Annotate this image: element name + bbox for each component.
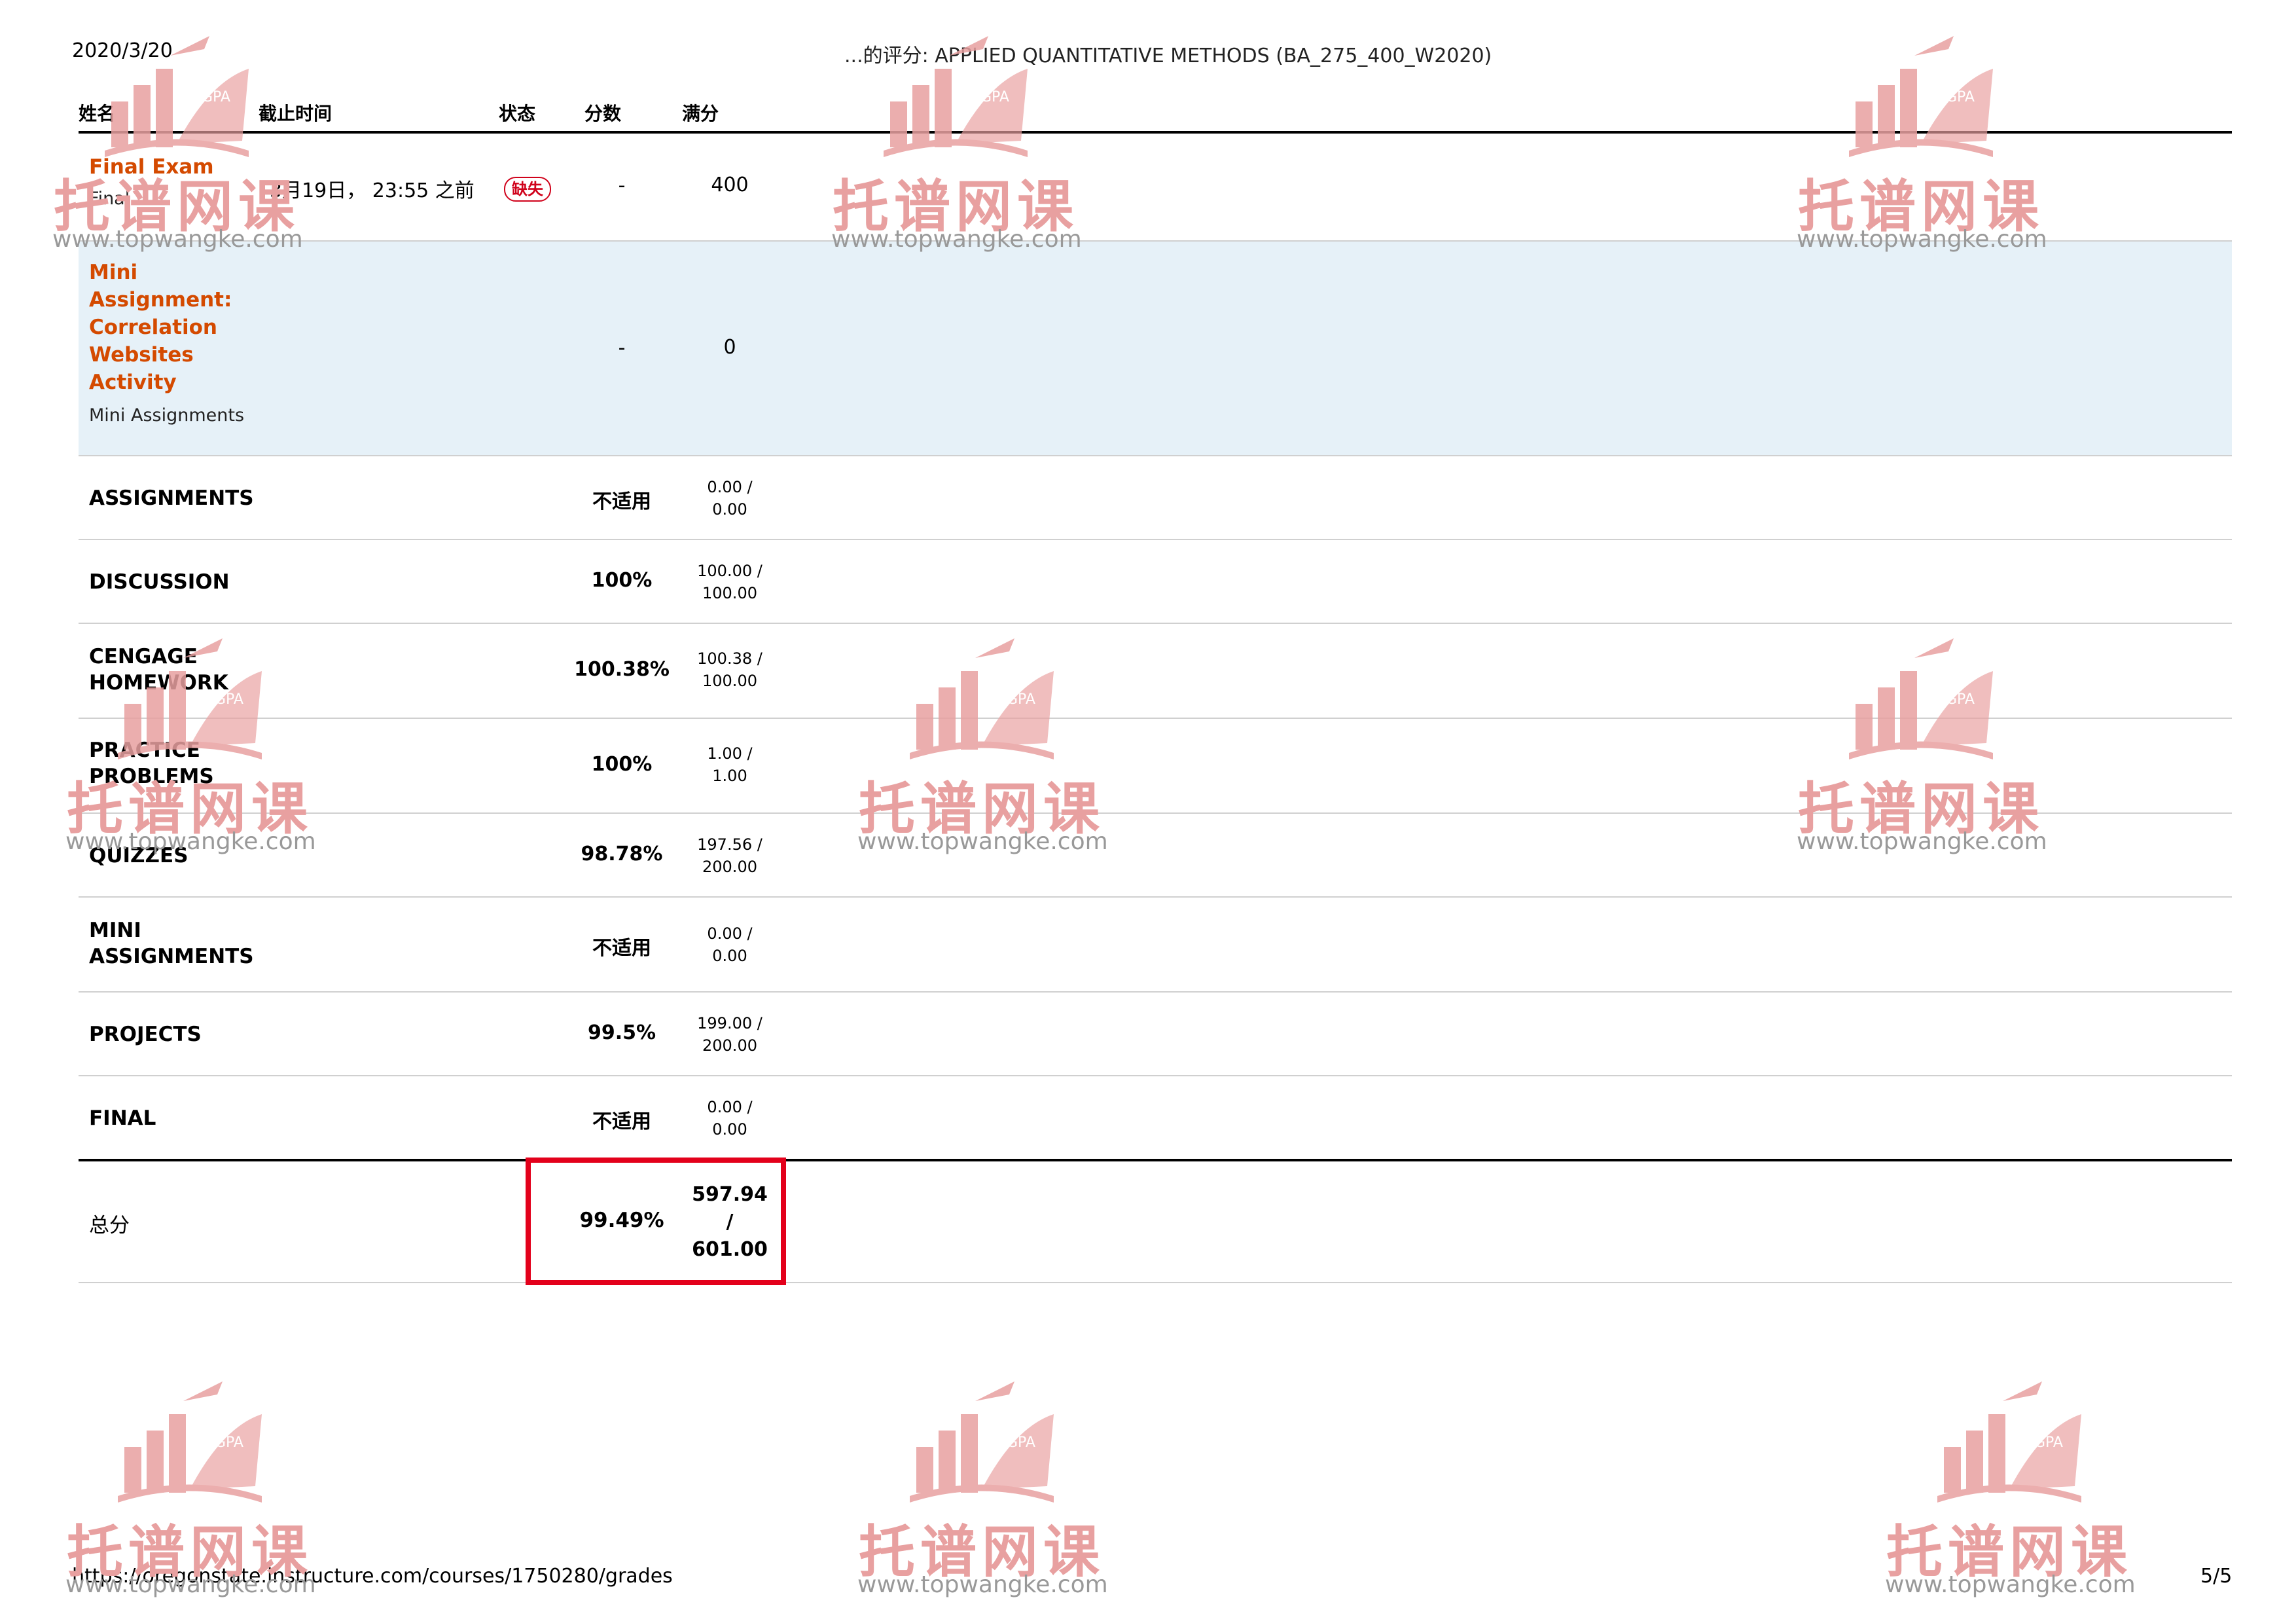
watermark-logo-icon: GPA [910,1381,1054,1503]
group-points: 197.56 /200.00 [697,835,762,876]
highlight-box [526,1158,786,1285]
assignment-link-final-exam[interactable]: Final Exam [89,153,214,181]
group-name: CENGAGE HOMEWORK [89,645,228,695]
watermark: GPA 托谱网课 www.topwangke.com [1885,1375,2136,1604]
total-row: 总分 99.49% 597.94/601.00 [79,1161,2232,1283]
col-header-name[interactable]: 姓名 [79,100,115,126]
group-row-mini-assignments: MINI ASSIGNMENTS 不适用 0.00 /0.00 [79,898,2232,993]
missing-status-badge: 缺失 [504,177,551,202]
group-name: QUIZZES [89,844,188,867]
assignment-max: 400 [711,173,749,196]
assignment-group-label: Final [89,189,130,209]
group-name: DISCUSSION [89,570,230,594]
group-row-quizzes: QUIZZES 98.78% 197.56 /200.00 [79,814,2232,898]
svg-text:GPA: GPA [2034,1434,2063,1451]
group-name: MINI ASSIGNMENTS [89,919,254,968]
assignment-score: - [618,174,626,197]
svg-text:GPA: GPA [1946,89,1975,105]
group-points: 100.00 /100.00 [697,562,762,602]
col-header-max[interactable]: 满分 [682,100,719,126]
group-name: PROJECTS [89,1023,202,1046]
group-score: 不适用 [592,1110,651,1133]
group-score: 99.5% [587,1021,656,1044]
assignment-row: Mini Assignment: Correlation Websites Ac… [79,242,2232,456]
col-header-status[interactable]: 状态 [499,100,535,126]
assignment-group-label: Mini Assignments [89,405,245,426]
group-name: PRACTICE PROBLEMS [89,739,214,788]
group-row-final: FINAL 不适用 0.00 /0.00 [79,1076,2232,1159]
group-points: 199.00 /200.00 [697,1014,762,1055]
assignment-max: 0 [723,336,736,359]
assignment-row: Final Exam Final 3月19日， 23:55 之前 缺失 - 40… [79,134,2232,242]
watermark-url: www.topwangke.com [857,1571,1108,1598]
page-number: 5/5 [2200,1565,2233,1588]
group-name: ASSIGNMENTS [89,486,254,510]
group-row-assignments: ASSIGNMENTS 不适用 0.00 /0.00 [79,456,2232,540]
svg-text:GPA: GPA [215,1434,243,1451]
assignment-score: - [618,337,626,359]
total-label: 总分 [89,1214,130,1237]
svg-text:GPA: GPA [202,89,230,105]
group-points: 1.00 /1.00 [707,744,753,785]
group-name: FINAL [89,1106,156,1130]
watermark-logo-icon: GPA [118,1381,262,1503]
group-score: 不适用 [592,937,651,960]
page-title: ...的评分: APPLIED QUANTITATIVE METHODS (BA… [844,45,1492,67]
due-date: 3月19日， 23:55 之前 [270,179,475,202]
watermark-logo-icon: GPA [1937,1381,2081,1503]
footer-url: https://oregonstate.instructure.com/cour… [72,1565,673,1588]
group-score: 98.78% [581,843,663,866]
group-row-projects: PROJECTS 99.5% 199.00 /200.00 [79,993,2232,1076]
watermark: GPA 托谱网课 www.topwangke.com [857,1375,1108,1604]
group-row-practice-problems: PRACTICE PROBLEMS 100% 1.00 /1.00 [79,719,2232,814]
group-points: 0.00 /0.00 [707,478,753,519]
group-score: 100% [591,569,653,592]
print-date: 2020/3/20 [72,39,173,62]
assignment-link-correlation-websites[interactable]: Mini Assignment: Correlation Websites Ac… [89,259,232,396]
svg-text:GPA: GPA [980,89,1009,105]
watermark-text: 托谱网课 [859,1520,1105,1585]
group-points: 100.38 /100.00 [697,649,762,690]
group-score: 100% [591,753,653,776]
group-row-discussion: DISCUSSION 100% 100.00 /100.00 [79,540,2232,624]
col-header-due[interactable]: 截止时间 [259,100,332,126]
group-score: 不适用 [592,490,651,513]
group-row-cengage-homework: CENGAGE HOMEWORK 100.38% 100.38 /100.00 [79,624,2232,719]
col-header-score[interactable]: 分数 [584,100,621,126]
watermark-text: 托谱网课 [1886,1520,2132,1585]
group-points: 0.00 /0.00 [707,924,753,965]
group-score: 100.38% [574,658,670,681]
group-points: 0.00 /0.00 [707,1098,753,1139]
svg-text:GPA: GPA [1007,1434,1035,1451]
watermark-url: www.topwangke.com [1885,1571,2136,1598]
